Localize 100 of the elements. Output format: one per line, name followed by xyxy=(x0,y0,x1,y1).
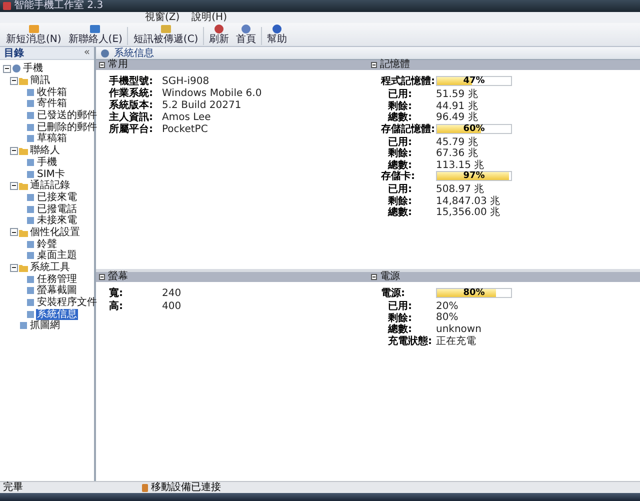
field-label: 總數: xyxy=(386,322,413,335)
toolbar-button[interactable]: 新短消息(N) xyxy=(4,24,64,45)
status-text: 完畢 xyxy=(2,482,24,493)
toolbar-button[interactable]: 幫助 xyxy=(265,24,290,45)
tree-item[interactable]: 鈴聲 xyxy=(36,238,58,250)
field-label: 電源: xyxy=(381,286,406,300)
field-label: 高: xyxy=(109,299,124,313)
tree-item[interactable]: 桌面主題 xyxy=(36,250,78,262)
folder-icon xyxy=(19,181,28,190)
field-label: 總數: xyxy=(386,110,413,124)
field-label: 作業系統: xyxy=(109,86,154,100)
folder-icon xyxy=(19,228,28,237)
field-label: 總數: xyxy=(386,158,413,170)
percent-label: 47% xyxy=(462,76,486,86)
field-value: unknown xyxy=(436,324,482,334)
folder-icon xyxy=(19,146,28,156)
field-value: 113.15 兆 xyxy=(436,158,486,171)
percent-label: 80% xyxy=(462,288,486,298)
expand-toggle[interactable] xyxy=(10,182,18,190)
expand-toggle[interactable] xyxy=(10,228,18,236)
field-value: 正在充電 xyxy=(436,334,477,348)
menu-item[interactable]: 說明(H) xyxy=(192,12,227,23)
expand-toggle[interactable] xyxy=(10,76,18,85)
field-label: 存儲卡: xyxy=(381,170,416,183)
folder-icon xyxy=(19,263,28,272)
field-label: 存儲記憶體: xyxy=(381,122,436,136)
tree-item[interactable]: 簡訊 xyxy=(29,75,51,86)
collapse-icon[interactable] xyxy=(99,274,105,280)
tree-item[interactable]: 安裝程序文件 xyxy=(36,297,98,308)
tree-item[interactable]: 系統工具 xyxy=(29,262,71,274)
field-value: 67.36 兆 xyxy=(436,146,479,160)
tree-item[interactable]: 手機 xyxy=(36,156,58,168)
percent-label: 97% xyxy=(462,171,486,181)
expand-toggle[interactable] xyxy=(3,64,11,73)
field-label: 已用: xyxy=(387,136,413,148)
content-title: 系統信息 xyxy=(114,46,154,59)
field-label: 程式記憶體: xyxy=(381,74,436,88)
tree-item[interactable]: 抓圖網 xyxy=(29,320,61,332)
menu-item[interactable]: 視窗(Z) xyxy=(145,12,180,23)
app-icon xyxy=(3,2,11,10)
field-value: 5.2 Build 20271 xyxy=(162,100,242,110)
tree-item[interactable]: 聯絡人 xyxy=(29,145,61,156)
toolbar-button[interactable]: 首頁 xyxy=(234,24,258,45)
field-value: 14,847.03 兆 xyxy=(436,194,502,206)
field-label: 剩餘: xyxy=(388,312,413,324)
toolbar-button[interactable]: 新聯絡人(E) xyxy=(66,24,124,45)
tree-item[interactable]: 草稿箱 xyxy=(36,133,68,144)
tree-item[interactable]: SIM卡 xyxy=(36,168,66,180)
field-value: 45.79 兆 xyxy=(436,136,479,148)
field-label: 系統版本: xyxy=(109,98,154,111)
collapse-icon[interactable] xyxy=(371,274,377,280)
field-value: 51.59 兆 xyxy=(436,88,479,100)
section-title: 電源 xyxy=(380,272,400,282)
tree-item[interactable]: 手機 xyxy=(22,63,44,74)
tree-item[interactable]: 任務管理 xyxy=(36,274,78,285)
field-label: 充電狀態: xyxy=(387,334,433,348)
field-value: 96.49 兆 xyxy=(436,110,479,124)
tree-item[interactable]: 螢幕截圖 xyxy=(36,285,78,296)
percent-label: 60% xyxy=(462,124,486,134)
field-label: 已用: xyxy=(387,300,413,312)
field-label: 寬: xyxy=(109,286,124,300)
field-label: 所屬平台: xyxy=(109,122,154,136)
tree-item[interactable]: 收件箱 xyxy=(36,86,68,98)
field-value: 80% xyxy=(436,312,460,323)
collapse-button[interactable]: « xyxy=(84,48,90,58)
collapse-icon[interactable] xyxy=(371,62,377,68)
expand-toggle[interactable] xyxy=(10,264,18,272)
field-label: 剩餘: xyxy=(387,146,413,160)
tree-item[interactable]: 系統信息 xyxy=(36,308,78,320)
field-label: 已用: xyxy=(387,183,413,196)
field-value: 15,356.00 兆 xyxy=(436,206,502,219)
section-title: 記憶體 xyxy=(380,60,410,70)
toolbar-button[interactable]: 短訊被傳遞(C) xyxy=(131,24,200,45)
status-text: 移動設備已連接 xyxy=(151,482,221,493)
tree-item[interactable]: 個性化設置 xyxy=(29,226,81,238)
tree-item[interactable]: 已刪除的郵件 xyxy=(36,122,98,133)
field-label: 剩餘: xyxy=(388,100,413,112)
field-value: 44.91 兆 xyxy=(436,100,479,112)
section-title: 常用 xyxy=(108,60,128,70)
field-value: PocketPC xyxy=(162,124,209,134)
tree-item[interactable]: 通話記錄 xyxy=(29,180,71,192)
field-value: Amos Lee xyxy=(162,112,212,122)
tree-item[interactable]: 寄件箱 xyxy=(36,98,68,110)
field-value: SGH-i908 xyxy=(162,76,210,86)
field-label: 剩餘: xyxy=(388,194,413,206)
field-label: 主人資訊: xyxy=(109,110,154,124)
expand-toggle[interactable] xyxy=(10,146,18,155)
toolbar-button[interactable]: 刷新 xyxy=(207,24,232,45)
tree-item[interactable]: 已接來電 xyxy=(36,192,78,203)
folder-icon xyxy=(19,76,28,86)
field-value: 400 xyxy=(162,300,182,312)
field-value: 508.97 兆 xyxy=(436,182,486,196)
tree-item[interactable]: 已撥電話 xyxy=(36,204,78,215)
field-value: 20% xyxy=(436,300,460,312)
tree-item[interactable]: 未接來電 xyxy=(36,215,78,226)
field-label: 手機型號: xyxy=(109,74,154,88)
sidebar-title: 目錄 xyxy=(4,46,24,60)
field-label: 總數: xyxy=(386,206,413,219)
tree-item[interactable]: 已發送的郵件 xyxy=(36,110,98,122)
collapse-icon[interactable] xyxy=(99,62,105,68)
